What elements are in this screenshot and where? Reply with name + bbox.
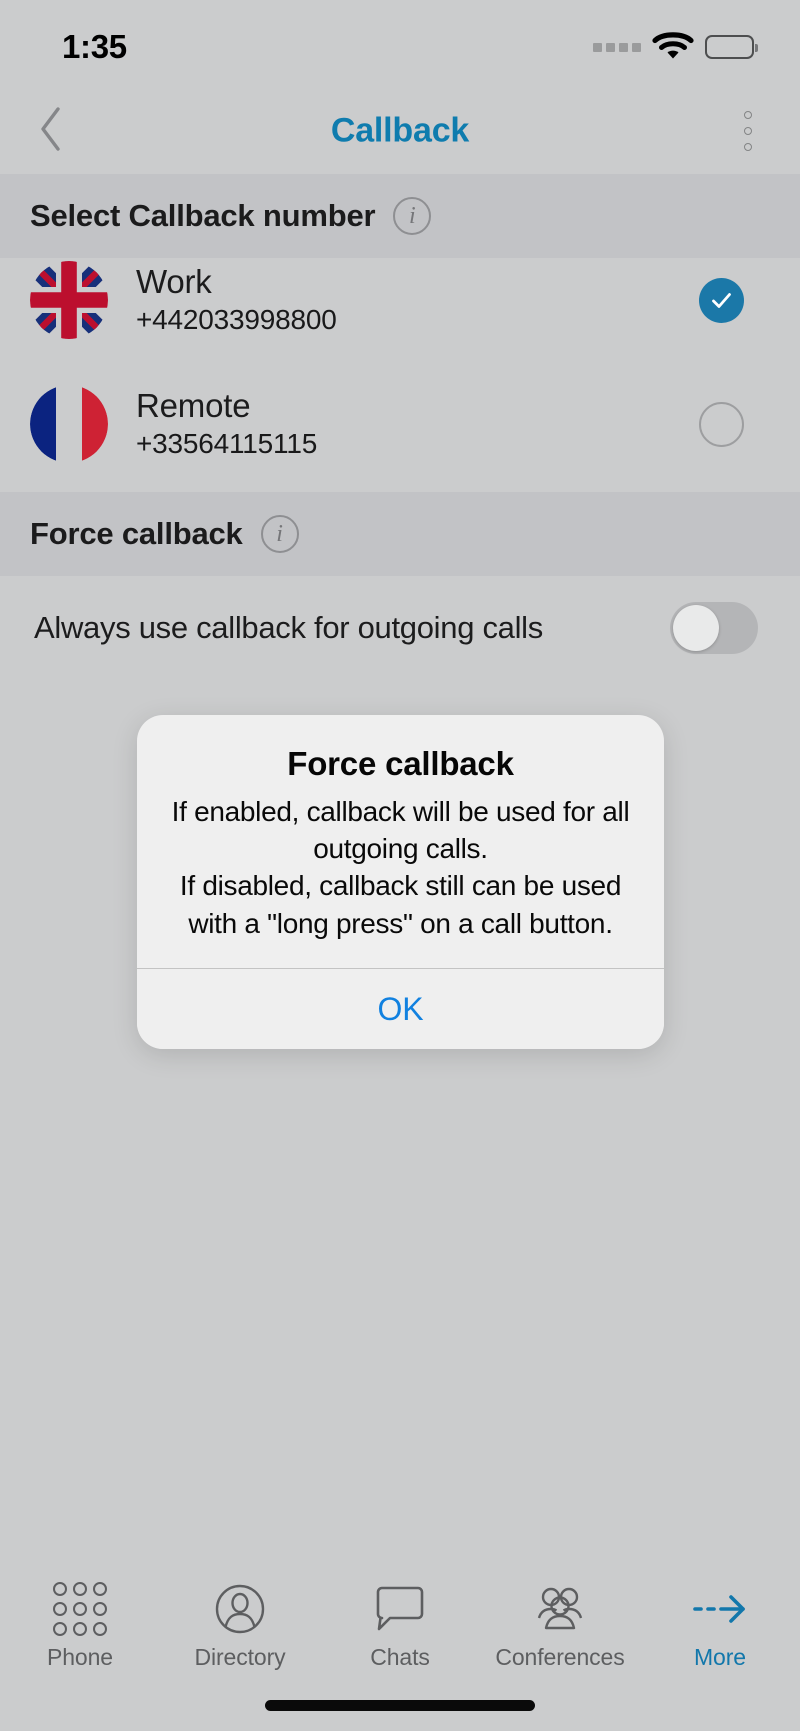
- force-callback-label: Always use callback for outgoing calls: [34, 610, 543, 645]
- callback-number-value: +33564115115: [136, 428, 318, 460]
- force-callback-toggle-row[interactable]: Always use callback for outgoing calls: [0, 576, 800, 680]
- dashed-arrow-right-icon: [691, 1583, 749, 1635]
- tab-label: Chats: [370, 1644, 430, 1670]
- uk-flag-icon: [30, 261, 108, 339]
- callback-number-label: Remote: [136, 387, 251, 425]
- tab-label: Conferences: [495, 1644, 625, 1670]
- contact-person-icon: [214, 1583, 266, 1635]
- status-time: 1:35: [62, 28, 127, 65]
- callback-number-value: +442033998800: [136, 304, 337, 336]
- navigation-bar: Callback: [0, 88, 800, 174]
- info-icon-force-callback[interactable]: i: [260, 515, 299, 553]
- home-indicator-bar: [265, 1700, 535, 1711]
- force-callback-dialog: Force callback If enabled, callback will…: [137, 715, 664, 1050]
- signal-dots-icon: [593, 42, 641, 52]
- tab-label: Phone: [46, 1644, 113, 1670]
- empty-circle-icon[interactable]: [699, 401, 744, 447]
- toggle-switch-off-icon[interactable]: [670, 602, 758, 654]
- section-title: Force callback: [30, 516, 243, 551]
- tab-label: Directory: [194, 1644, 286, 1670]
- tab-phone[interactable]: Phone: [0, 1582, 160, 1671]
- battery-full-icon: [705, 35, 758, 59]
- page-title: Callback: [330, 111, 470, 150]
- callback-number-details: Work +442033998800: [136, 263, 699, 337]
- speech-bubble-icon: [374, 1583, 426, 1635]
- tab-conferences[interactable]: Conferences: [480, 1583, 640, 1671]
- dialog-message: If enabled, callback will be used for al…: [171, 796, 630, 939]
- tab-label: More: [693, 1644, 746, 1670]
- status-indicators: [593, 24, 758, 65]
- section-header-select-number: Select Callback number i: [0, 174, 800, 258]
- dialog-ok-button[interactable]: OK: [137, 969, 664, 1050]
- info-glyph: i: [409, 202, 416, 229]
- info-glyph: i: [276, 520, 283, 547]
- list-item-callback-number-remote[interactable]: Remote +33564115115: [0, 382, 800, 466]
- tab-more[interactable]: More: [640, 1583, 800, 1671]
- callback-number-details: Remote +33564115115: [136, 387, 699, 461]
- more-vertical-icon[interactable]: [726, 106, 770, 156]
- dialog-title: Force callback: [287, 745, 514, 782]
- tab-directory[interactable]: Directory: [160, 1583, 320, 1671]
- section-header-force-callback: Force callback i: [0, 492, 800, 576]
- dialog-body: Force callback If enabled, callback will…: [137, 715, 664, 968]
- people-group-icon: [532, 1583, 588, 1635]
- status-bar: 1:35: [0, 0, 800, 88]
- info-icon-select-number[interactable]: i: [393, 197, 432, 235]
- list-item-callback-number-work[interactable]: Work +442033998800: [0, 258, 800, 342]
- keypad-icon: [53, 1582, 107, 1636]
- wifi-icon: [652, 30, 694, 65]
- france-flag-icon: [30, 385, 108, 463]
- check-circle-icon[interactable]: [699, 277, 744, 323]
- callback-number-label: Work: [136, 263, 212, 301]
- tab-chats[interactable]: Chats: [320, 1583, 480, 1671]
- section-title: Select Callback number: [30, 198, 376, 233]
- toggle-knob: [673, 605, 719, 651]
